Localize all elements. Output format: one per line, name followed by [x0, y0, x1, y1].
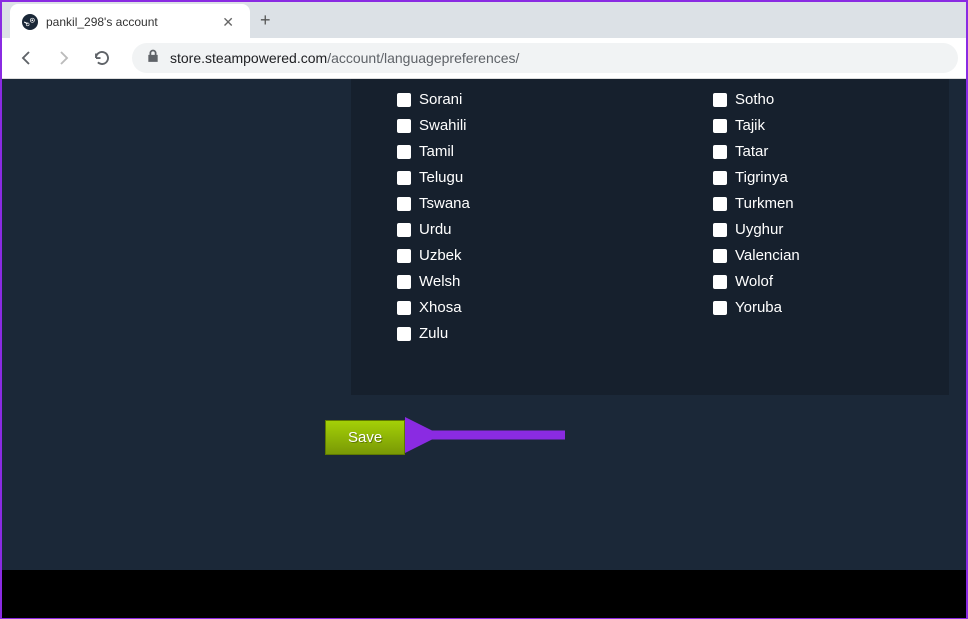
- language-checkbox[interactable]: [713, 119, 727, 133]
- language-label: Tatar: [735, 143, 768, 160]
- steam-favicon: [22, 14, 38, 30]
- language-item: Tamil: [397, 143, 713, 160]
- language-item: Valencian: [713, 247, 800, 264]
- language-label: Xhosa: [419, 299, 462, 316]
- language-checkbox[interactable]: [713, 301, 727, 315]
- language-label: Turkmen: [735, 195, 794, 212]
- language-item: Tatar: [713, 143, 800, 160]
- language-checkbox[interactable]: [713, 145, 727, 159]
- language-checkbox[interactable]: [397, 119, 411, 133]
- language-label: Tigrinya: [735, 169, 788, 186]
- language-checkbox[interactable]: [397, 327, 411, 341]
- language-item: Urdu: [397, 221, 713, 238]
- language-checkbox[interactable]: [713, 197, 727, 211]
- new-tab-button[interactable]: +: [250, 10, 281, 31]
- language-label: Yoruba: [735, 299, 782, 316]
- language-label: Uyghur: [735, 221, 783, 238]
- language-item: Xhosa: [397, 299, 713, 316]
- lock-icon: [146, 49, 160, 68]
- language-checkbox[interactable]: [397, 275, 411, 289]
- page-content: Sorani Swahili Tamil Telugu Tswana Urdu Uzbek W…: [2, 79, 966, 618]
- language-item: Zulu: [397, 325, 713, 342]
- language-item: Sorani: [397, 91, 713, 108]
- tab-title: pankil_298's account: [46, 15, 210, 29]
- language-checkbox[interactable]: [397, 145, 411, 159]
- url-bar[interactable]: store.steampowered.com/account/languagep…: [132, 43, 958, 73]
- language-label: Uzbek: [419, 247, 462, 264]
- back-button[interactable]: [10, 42, 42, 74]
- language-checkbox[interactable]: [713, 275, 727, 289]
- language-panel: Sorani Swahili Tamil Telugu Tswana Urdu Uzbek W…: [351, 79, 949, 395]
- language-item: Wolof: [713, 273, 800, 290]
- language-item: Swahili: [397, 117, 713, 134]
- language-checkbox[interactable]: [713, 223, 727, 237]
- language-item: Telugu: [397, 169, 713, 186]
- language-checkbox[interactable]: [397, 249, 411, 263]
- browser-chrome: pankil_298's account ✕ + store.steampowe…: [2, 2, 966, 79]
- language-item: Sotho: [713, 91, 800, 108]
- language-item: Uyghur: [713, 221, 800, 238]
- reload-button[interactable]: [86, 42, 118, 74]
- language-item: Turkmen: [713, 195, 800, 212]
- language-label: Wolof: [735, 273, 773, 290]
- language-label: Tamil: [419, 143, 454, 160]
- tab-close-icon[interactable]: ✕: [218, 12, 238, 33]
- language-label: Tswana: [419, 195, 470, 212]
- language-item: Yoruba: [713, 299, 800, 316]
- browser-tab[interactable]: pankil_298's account ✕: [10, 4, 250, 40]
- language-label: Zulu: [419, 325, 448, 342]
- language-label: Tajik: [735, 117, 765, 134]
- language-checkbox[interactable]: [397, 93, 411, 107]
- language-checkbox[interactable]: [397, 223, 411, 237]
- language-item: Tswana: [397, 195, 713, 212]
- language-label: Sotho: [735, 91, 774, 108]
- language-checkbox[interactable]: [713, 249, 727, 263]
- language-label: Telugu: [419, 169, 463, 186]
- forward-button[interactable]: [48, 42, 80, 74]
- language-item: Tigrinya: [713, 169, 800, 186]
- language-label: Sorani: [419, 91, 462, 108]
- language-checkbox[interactable]: [713, 93, 727, 107]
- language-label: Swahili: [419, 117, 467, 134]
- language-checkbox[interactable]: [397, 301, 411, 315]
- url-text: store.steampowered.com/account/languagep…: [170, 50, 519, 66]
- language-checkbox[interactable]: [397, 171, 411, 185]
- language-label: Valencian: [735, 247, 800, 264]
- language-item: Welsh: [397, 273, 713, 290]
- language-item: Uzbek: [397, 247, 713, 264]
- language-item: Tajik: [713, 117, 800, 134]
- save-button[interactable]: Save: [325, 420, 405, 455]
- language-label: Welsh: [419, 273, 460, 290]
- footer-bar: [2, 570, 966, 618]
- language-label: Urdu: [419, 221, 452, 238]
- language-checkbox[interactable]: [713, 171, 727, 185]
- address-bar: store.steampowered.com/account/languagep…: [2, 38, 966, 78]
- tab-bar: pankil_298's account ✕ +: [2, 2, 966, 38]
- language-checkbox[interactable]: [397, 197, 411, 211]
- arrow-annotation: [405, 415, 575, 460]
